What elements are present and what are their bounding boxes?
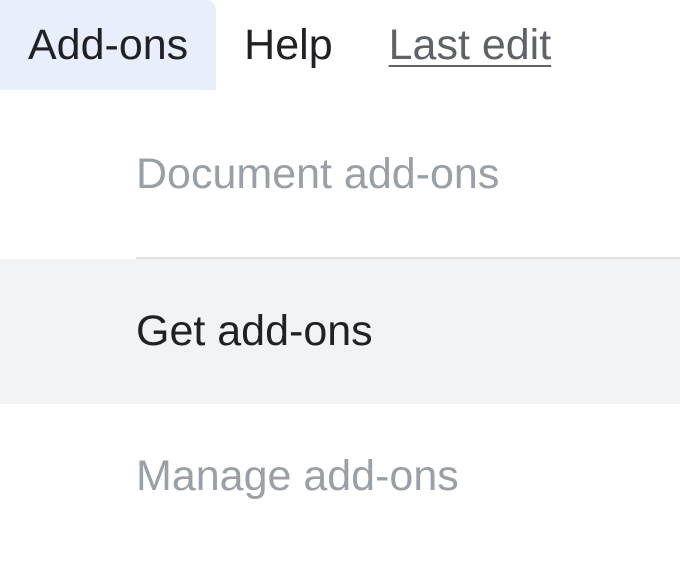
menu-item-manage-addons[interactable]: Manage add-ons xyxy=(0,404,680,549)
menubar: Add-ons Help Last edit xyxy=(0,0,680,90)
menu-addons[interactable]: Add-ons xyxy=(0,0,216,90)
menu-help[interactable]: Help xyxy=(216,0,360,90)
menu-item-get-addons[interactable]: Get add-ons xyxy=(0,259,680,404)
dropdown-section-header: Document add-ons xyxy=(0,90,680,257)
last-edit-link[interactable]: Last edit xyxy=(361,0,552,90)
addons-dropdown: Document add-ons Get add-ons Manage add-… xyxy=(0,90,680,549)
